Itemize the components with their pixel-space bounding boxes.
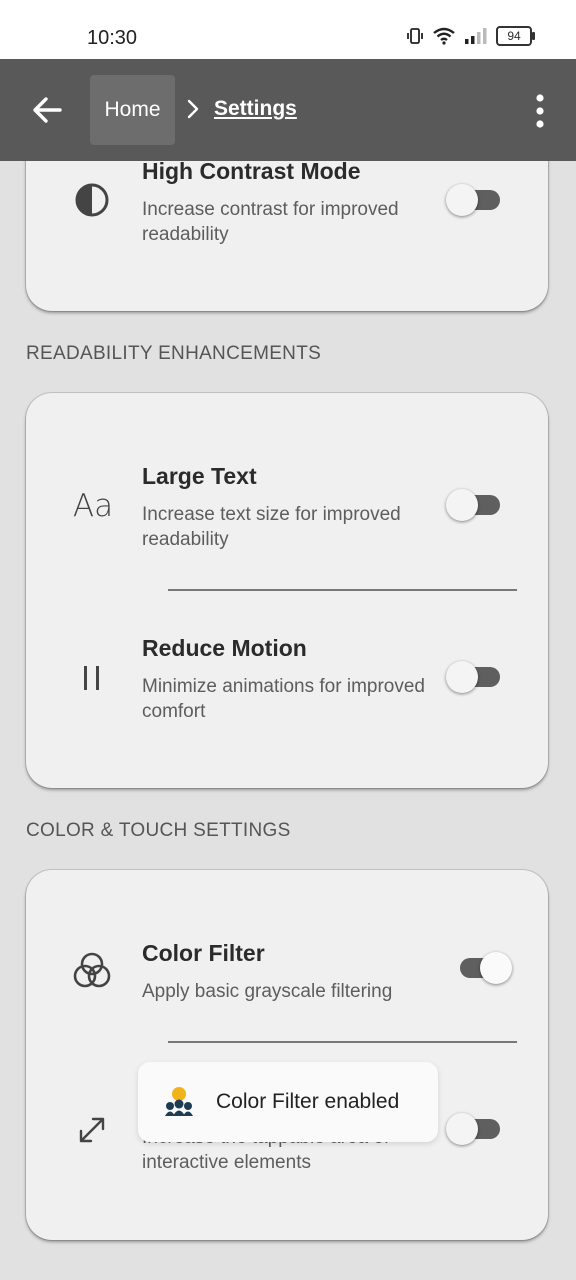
app-bar: Home Settings <box>0 59 576 161</box>
setting-title: Reduce Motion <box>142 635 307 661</box>
battery-icon: 94 <box>496 26 535 46</box>
setting-row-reduce-motion[interactable]: Reduce Motion Minimize animations for im… <box>26 615 548 735</box>
status-time: 10:30 <box>87 27 138 49</box>
setting-title: Color Filter <box>142 940 265 966</box>
setting-description: Increase text size for improved readabil… <box>142 504 401 550</box>
chevron-right-icon <box>187 99 199 119</box>
setting-row-high-contrast[interactable]: High Contrast Mode Increase contrast for… <box>26 155 548 275</box>
reduce-motion-toggle[interactable] <box>446 661 500 693</box>
color-filter-toggle[interactable] <box>460 952 512 984</box>
setting-title: Large Text <box>142 463 257 489</box>
contrast-icon <box>72 180 112 220</box>
wifi-icon <box>433 27 455 45</box>
breadcrumb-settings[interactable]: Settings <box>214 97 297 121</box>
setting-row-color-filter[interactable]: Color Filter Apply basic grayscale filte… <box>26 922 548 1042</box>
signal-icon <box>465 28 487 44</box>
setting-description: Minimize animations for improved comfort <box>142 676 425 722</box>
breadcrumb-home[interactable]: Home <box>90 75 175 145</box>
status-icons: 94 <box>406 26 535 46</box>
high-contrast-toggle[interactable] <box>446 184 500 216</box>
text-size-icon: Aa <box>72 488 114 524</box>
setting-row-large-text[interactable]: Aa Large Text Increase text size for imp… <box>26 443 548 563</box>
status-bar: 10:30 94 <box>0 0 576 59</box>
section-label-color-touch: COLOR & TOUCH SETTINGS <box>26 820 291 841</box>
divider <box>168 1041 517 1043</box>
toggle-knob <box>446 184 478 216</box>
touch-target-toggle[interactable] <box>446 1113 500 1145</box>
back-arrow-icon[interactable] <box>30 93 64 127</box>
pause-icon <box>72 658 112 698</box>
toggle-knob <box>480 952 512 984</box>
expand-icon <box>72 1110 112 1150</box>
setting-description: Increase contrast for improved readabili… <box>142 199 399 245</box>
settings-card-readability: Aa Large Text Increase text size for imp… <box>26 393 548 788</box>
setting-description: Apply basic grayscale filtering <box>142 981 393 1002</box>
toast: Color Filter enabled <box>138 1062 438 1142</box>
toggle-knob <box>446 1113 478 1145</box>
large-text-toggle[interactable] <box>446 489 500 521</box>
toggle-knob <box>446 489 478 521</box>
settings-card-color-touch: Color Filter Apply basic grayscale filte… <box>26 870 548 1240</box>
section-label-readability: READABILITY ENHANCEMENTS <box>26 343 322 364</box>
more-vert-icon[interactable] <box>530 93 550 129</box>
color-filter-icon <box>72 950 112 990</box>
toast-message: Color Filter enabled <box>216 1090 400 1113</box>
app-logo-icon <box>165 1087 193 1116</box>
toggle-knob <box>446 661 478 693</box>
vibrate-icon <box>407 28 423 44</box>
setting-title: High Contrast Mode <box>142 158 361 184</box>
divider <box>168 589 517 591</box>
